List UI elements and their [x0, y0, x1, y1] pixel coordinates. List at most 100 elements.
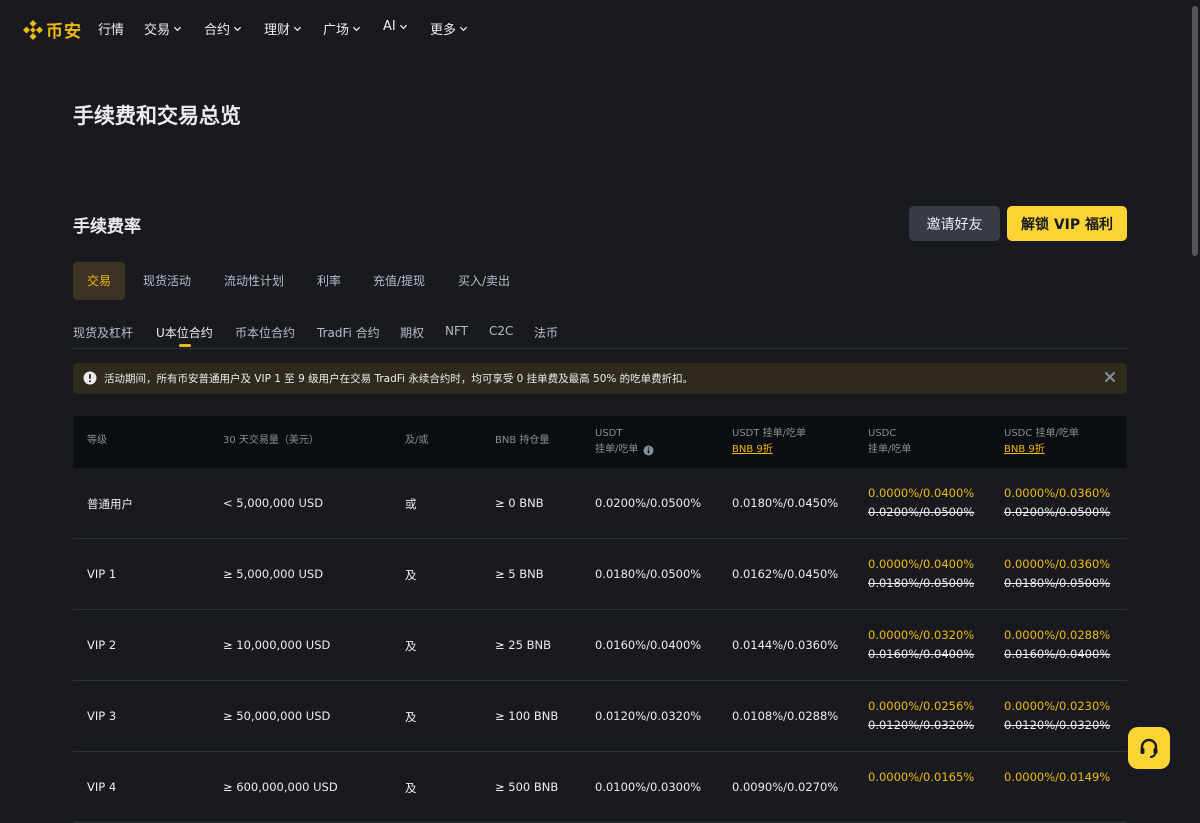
- tab-secondary-0[interactable]: 现货及杠杆: [73, 324, 133, 341]
- tab-primary-0[interactable]: 交易: [73, 262, 126, 300]
- discounted-rate: 0.0000%/0.0320%: [868, 628, 975, 642]
- tab-primary-1[interactable]: 现货活动: [129, 262, 205, 300]
- cell-usdt: 0.0200%/0.0500%: [595, 496, 702, 510]
- nav-item-6[interactable]: 更多: [430, 19, 468, 38]
- table-row: VIP 4 ≥ 600,000,000 USD 及 ≥ 500 BNB 0.0100%/…: [73, 752, 1127, 823]
- chevron-down-icon: [233, 26, 242, 32]
- table-row: VIP 1 ≥ 5,000,000 USD 及 ≥ 5 BNB 0.0180%/0.05…: [73, 539, 1127, 610]
- original-rate: 0.0200%/0.0500%: [868, 505, 975, 519]
- original-rate: 0.0200%/0.0500%: [1004, 505, 1111, 519]
- header-andor: 及/或: [405, 435, 429, 446]
- discounted-rate: 0.0000%/0.0400%: [868, 557, 975, 571]
- scroll-thumb[interactable]: [1192, 6, 1198, 256]
- cell-usdc-bnb: 0.0000%/0.0360% 0.0200%/0.0500%: [1004, 484, 1110, 522]
- cell-usdt-bnb: 0.0180%/0.0450%: [732, 496, 839, 510]
- cell-usdt-bnb: 0.0144%/0.0360%: [732, 638, 839, 652]
- header-usdt-line1: USDT: [595, 428, 623, 439]
- support-button[interactable]: [1128, 727, 1170, 769]
- cell-usdt: 0.0120%/0.0320%: [595, 709, 702, 723]
- header-usdc-line1: USDC: [868, 428, 897, 439]
- tab-secondary-6[interactable]: C2C: [489, 324, 513, 338]
- cell-usdc: 0.0000%/0.0165%: [868, 768, 974, 787]
- table-header: 等级 30 天交易量（美元） 及/或 BNB 持仓量 USDT 挂单/吃单 US…: [73, 416, 1127, 468]
- usdt-bnb-discount-link[interactable]: BNB 9折: [732, 442, 806, 458]
- unlock-vip-button[interactable]: 解锁 VIP 福利: [1007, 206, 1127, 241]
- header-volume: 30 天交易量（美元）: [223, 435, 319, 446]
- original-rate: 0.0120%/0.0320%: [1004, 718, 1111, 732]
- close-icon[interactable]: [1103, 370, 1117, 384]
- nav-item-label: 合约: [204, 23, 231, 38]
- header-usdc-bnb: USDC 挂单/吃单 BNB 9折: [1004, 426, 1079, 458]
- header-usdc-bnb-line1: USDC 挂单/吃单: [1004, 428, 1079, 439]
- original-rate: 0.0160%/0.0400%: [868, 647, 975, 661]
- cell-andor: 及: [405, 639, 417, 653]
- discounted-rate: 0.0000%/0.0400%: [868, 486, 975, 500]
- nav-item-2[interactable]: 合约: [204, 19, 242, 38]
- section-title: 手续费率: [73, 217, 141, 237]
- nav-item-0[interactable]: 行情: [98, 19, 124, 38]
- cell-usdc-bnb: 0.0000%/0.0230% 0.0120%/0.0320%: [1004, 697, 1110, 735]
- nav-item-1[interactable]: 交易: [144, 19, 182, 38]
- nav-item-label: 交易: [144, 23, 171, 38]
- cell-andor: 及: [405, 781, 417, 795]
- cell-usdc: 0.0000%/0.0400% 0.0180%/0.0500%: [868, 555, 974, 593]
- usdc-bnb-discount-link[interactable]: BNB 9折: [1004, 442, 1079, 458]
- header-usdt-bnb: USDT 挂单/吃单 BNB 9折: [732, 426, 806, 458]
- binance-logo[interactable]: 币安: [23, 17, 82, 42]
- nav-item-5[interactable]: AI: [383, 19, 408, 34]
- header-usdt: USDT 挂单/吃单: [595, 426, 654, 458]
- cell-usdt-bnb: 0.0090%/0.0270%: [732, 780, 839, 794]
- cell-usdt: 0.0160%/0.0400%: [595, 638, 702, 652]
- cell-usdt-bnb: 0.0162%/0.0450%: [732, 567, 839, 581]
- discounted-rate: 0.0000%/0.0288%: [1004, 628, 1111, 642]
- cell-bnb: ≥ 500 BNB: [495, 780, 559, 794]
- info-icon[interactable]: [643, 445, 654, 456]
- tab-secondary-4[interactable]: 期权: [400, 324, 424, 341]
- discounted-rate: 0.0000%/0.0360%: [1004, 557, 1111, 571]
- notice-banner: 活动期间，所有币安普通用户及 VIP 1 至 9 级用户在交易 TradFi 永…: [73, 363, 1127, 394]
- cell-bnb: ≥ 0 BNB: [495, 496, 544, 510]
- chevron-down-icon: [293, 26, 302, 32]
- cell-bnb: ≥ 5 BNB: [495, 567, 544, 581]
- page-title: 手续费和交易总览: [73, 104, 241, 128]
- nav-item-label: 更多: [430, 23, 457, 38]
- table-row: 普通用户 < 5,000,000 USD 或 ≥ 0 BNB 0.0200%/0.050…: [73, 468, 1127, 539]
- page-scrollbar[interactable]: [1190, 0, 1200, 791]
- chevron-down-icon: [459, 26, 468, 32]
- logo-text: 币安: [46, 22, 82, 42]
- tab-primary-5[interactable]: 买入/卖出: [444, 262, 524, 300]
- cell-level: VIP 2: [87, 638, 117, 652]
- tab-primary-2[interactable]: 流动性计划: [210, 262, 298, 300]
- cell-usdc: 0.0000%/0.0320% 0.0160%/0.0400%: [868, 626, 974, 664]
- cell-usdc-bnb: 0.0000%/0.0149%: [1004, 768, 1110, 787]
- table-row: VIP 2 ≥ 10,000,000 USD 及 ≥ 25 BNB 0.0160%/0.…: [73, 610, 1127, 681]
- cell-usdc: 0.0000%/0.0256% 0.0120%/0.0320%: [868, 697, 974, 735]
- cell-volume: < 5,000,000 USD: [223, 496, 324, 510]
- cell-volume: ≥ 5,000,000 USD: [223, 567, 324, 581]
- tab-secondary-1[interactable]: U本位合约: [156, 324, 213, 341]
- tab-secondary-2[interactable]: 币本位合约: [235, 324, 295, 341]
- tab-primary-3[interactable]: 利率: [303, 262, 355, 300]
- cell-usdc-bnb: 0.0000%/0.0288% 0.0160%/0.0400%: [1004, 626, 1110, 664]
- nav-item-4[interactable]: 广场: [323, 19, 361, 38]
- top-nav: 币安 行情 交易 合约 理财 广场 AI 更多: [0, 0, 1200, 56]
- cell-usdc-bnb: 0.0000%/0.0360% 0.0180%/0.0500%: [1004, 555, 1110, 593]
- original-rate: 0.0180%/0.0500%: [1004, 576, 1111, 590]
- nav-item-3[interactable]: 理财: [264, 19, 302, 38]
- invite-friends-button[interactable]: 邀请好友: [909, 206, 1000, 241]
- cell-usdt-bnb: 0.0108%/0.0288%: [732, 709, 839, 723]
- tab-secondary-7[interactable]: 法币: [534, 324, 558, 341]
- chevron-down-icon: [352, 26, 361, 32]
- nav-item-label: AI: [383, 19, 396, 34]
- cell-level: VIP 4: [87, 780, 117, 794]
- cell-andor: 或: [405, 497, 417, 511]
- tab-secondary-5[interactable]: NFT: [445, 324, 468, 338]
- headset-icon: [1140, 738, 1158, 758]
- discounted-rate: 0.0000%/0.0149%: [1004, 770, 1111, 784]
- cell-usdt: 0.0180%/0.0500%: [595, 567, 702, 581]
- tab-primary-4[interactable]: 充值/提现: [359, 262, 439, 300]
- discounted-rate: 0.0000%/0.0360%: [1004, 486, 1111, 500]
- cell-andor: 及: [405, 710, 417, 724]
- cell-usdc: 0.0000%/0.0400% 0.0200%/0.0500%: [868, 484, 974, 522]
- tab-secondary-3[interactable]: TradFi 合约: [317, 324, 380, 341]
